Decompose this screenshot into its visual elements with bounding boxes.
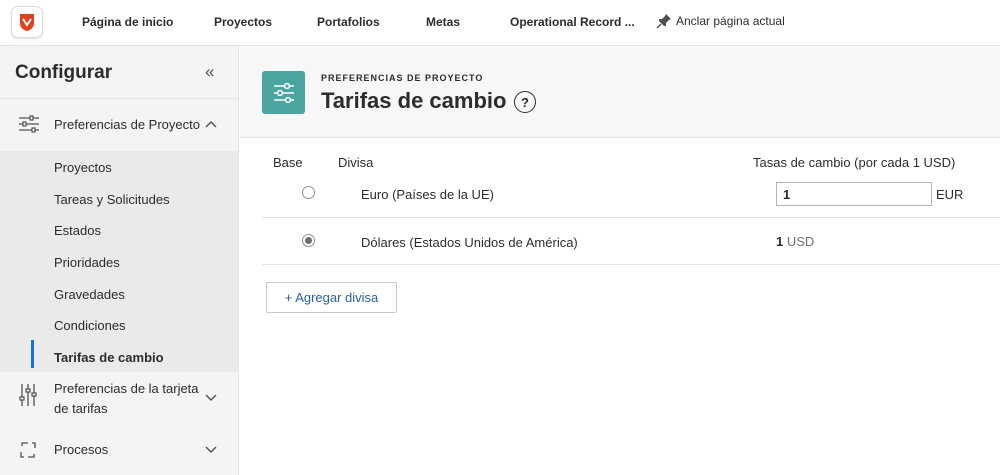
pin-page-button[interactable]: Anclar página actual [656,13,785,29]
cycle-icon [20,442,36,458]
sidebar-item-statuses[interactable]: Estados [54,223,101,238]
chevron-down-icon [205,446,217,453]
page-eyebrow: PREFERENCIAS DE PROYECTO [321,73,484,83]
help-icon[interactable]: ? [514,91,536,113]
chevron-down-icon [205,394,217,401]
sidebar-title: Configurar [15,62,113,83]
pin-page-label: Anclar página actual [676,14,785,28]
active-indicator [31,340,34,368]
main-content: PREFERENCIAS DE PROYECTO Tarifas de camb… [240,46,1000,475]
base-radio-eur[interactable] [302,186,315,199]
rate-value-usd: 1 USD [776,234,814,249]
nav-portfolios[interactable]: Portafolios [317,15,380,29]
sidebar-section-label: Preferencias de la tarjeta de tarifas [54,381,199,416]
sidebar-item-conditions[interactable]: Condiciones [54,318,126,333]
app-logo-icon[interactable] [11,6,43,38]
column-header-currency: Divisa [338,155,374,170]
base-radio-usd[interactable] [302,234,315,247]
sidebar-item-exchange-rates[interactable]: Tarifas de cambio [54,350,164,365]
page-header: PREFERENCIAS DE PROYECTO Tarifas de camb… [240,46,1000,138]
currency-unit: USD [786,234,815,249]
row-divider [262,264,1000,265]
chevron-up-icon [205,121,217,128]
sidebar-item-priorities[interactable]: Prioridades [54,255,120,270]
pin-icon [656,14,671,29]
sidebar-section-processes[interactable]: Procesos [0,438,238,464]
sidebar-divider [0,98,238,99]
currency-name: Euro (Países de la UE) [361,187,494,202]
column-header-rates: Tasas de cambio (por cada 1 USD) [753,155,956,170]
page-title: Tarifas de cambio [321,88,507,113]
rate-value: 1 [776,234,784,249]
sidebar-item-severities[interactable]: Gravedades [54,287,125,302]
rate-input-eur[interactable] [776,182,932,206]
settings-sliders-icon [262,71,305,114]
sidebar-section-label: Procesos [54,442,109,457]
sidebar-item-tasks-requests[interactable]: Tareas y Solicitudes [54,192,170,207]
nav-home[interactable]: Página de inicio [82,15,173,29]
sidebar-section-rate-card-preferences[interactable]: Preferencias de la tarjeta de tarifas [0,379,238,421]
sidebar-section-label: Preferencias de Proyecto [54,117,200,132]
collapse-sidebar-icon[interactable]: « [205,62,214,82]
sidebar-item-projects[interactable]: Proyectos [54,160,112,175]
nav-projects[interactable]: Proyectos [214,15,272,29]
add-currency-button[interactable]: + Agregar divisa [266,282,397,313]
column-header-base: Base [273,155,303,170]
currency-unit: EUR [936,187,964,202]
nav-goals[interactable]: Metas [426,15,460,29]
row-divider [262,217,1000,218]
sliders-icon [19,115,39,133]
sidebar: Configurar « Preferencias de Proyecto Pr… [0,46,239,475]
vertical-sliders-icon [19,384,37,406]
nav-operational-record[interactable]: Operational Record ... [510,15,635,29]
sidebar-section-project-preferences[interactable]: Preferencias de Proyecto [0,112,238,138]
currency-name: Dólares (Estados Unidos de América) [361,235,578,250]
top-navigation-bar: Página de inicio Proyectos Portafolios M… [0,0,1000,46]
